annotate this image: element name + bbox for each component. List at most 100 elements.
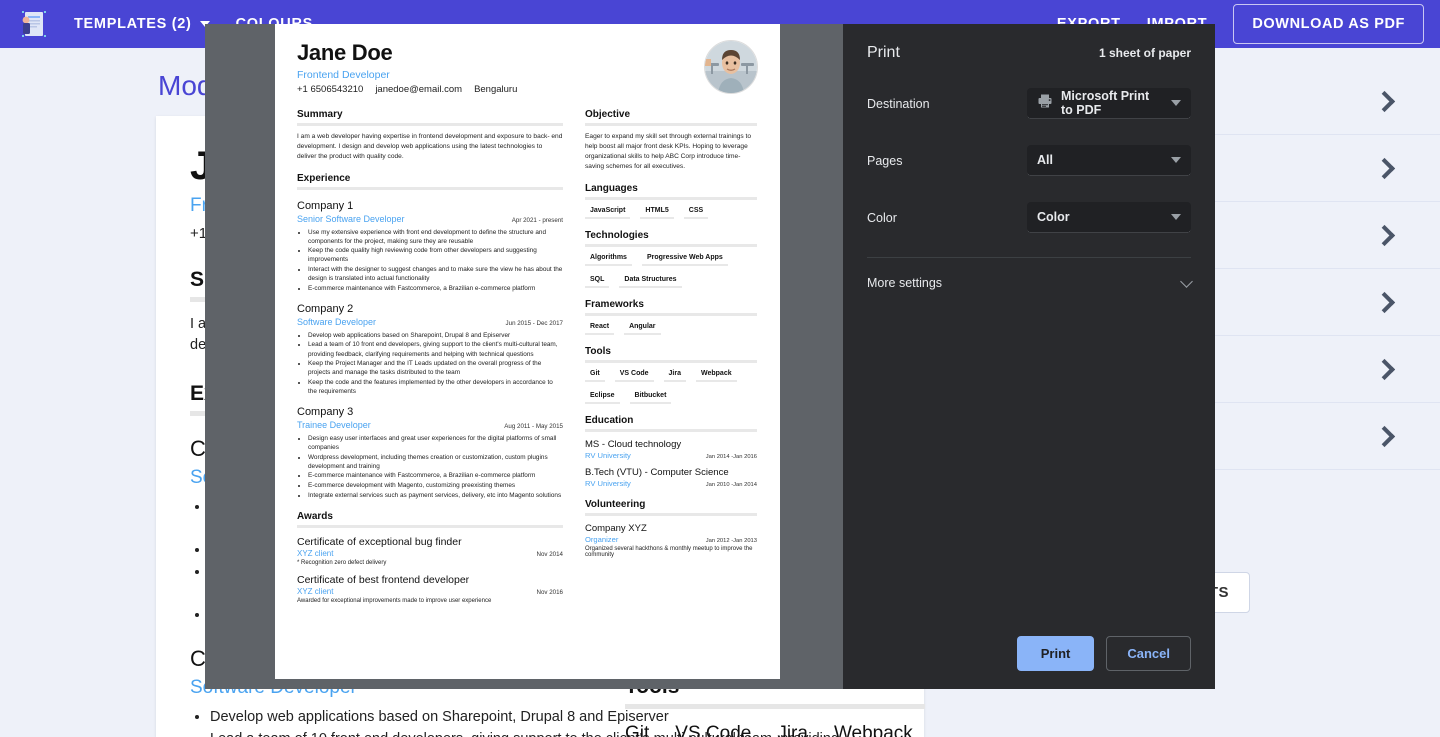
technologies-heading: Technologies [585, 229, 649, 241]
volunteering-section: Volunteering Company XYZ Organizer Jan 2… [585, 499, 757, 558]
destination-select[interactable]: Microsoft Print to PDF [1027, 88, 1191, 119]
resume-header: Jane Doe Frontend Developer +1 650654321… [297, 40, 758, 95]
app-logo-icon[interactable] [16, 6, 52, 42]
frameworks-heading: Frameworks [585, 298, 644, 310]
chevron-right-icon [1373, 291, 1396, 313]
awards-heading: Awards [297, 510, 333, 522]
list-item: Use my extensive experience with front e… [308, 228, 563, 246]
resume-email: janedoe@email.com [375, 84, 463, 95]
tools-rule [585, 359, 757, 363]
resume-name: Jane Doe [297, 40, 393, 65]
volunteering-role: Organizer [585, 534, 619, 544]
education-degree: B.Tech (VTU) - Computer Science [585, 466, 729, 478]
job-dates: Aug 2011 - May 2015 [504, 422, 563, 430]
resume-identity: Jane Doe Frontend Developer +1 650654321… [297, 40, 517, 95]
award-title: Certificate of exceptional bug finder [297, 535, 462, 548]
bg-tools-rule [625, 704, 925, 709]
screen: TEMPLATES (2) COLOURS EXPORT IMPORT DOWN… [0, 0, 1440, 737]
education-degree: MS - Cloud technology [585, 438, 682, 450]
more-settings-toggle[interactable]: More settings [843, 258, 1215, 290]
summary-text: I am a web developer having expertise in… [297, 133, 563, 160]
job-line: Senior Software Developer Apr 2021 - pre… [297, 214, 563, 224]
skill-tag: Algorithms [585, 254, 632, 266]
skill-tag: Angular [624, 323, 661, 335]
resume-left-column: Summary I am a web developer having expe… [297, 109, 563, 604]
print-dialog-title: Print [867, 44, 900, 61]
awards-section: Awards Certificate of exceptional bug fi… [297, 511, 563, 604]
list-item: Integrate external services such as paym… [308, 491, 563, 500]
frameworks-rule [585, 312, 757, 316]
print-preview-pane: Jane Doe Frontend Developer +1 650654321… [205, 24, 843, 689]
list-item: Keep the Project Manager and the IT Lead… [308, 359, 563, 377]
education-school: RV University [585, 450, 631, 460]
award-client: XYZ client [297, 586, 334, 596]
list-item: Keep the code and the features implement… [308, 378, 563, 396]
frameworks-section: Frameworks React Angular [585, 299, 757, 335]
color-label: Color [867, 210, 897, 225]
list-item: Design easy user interfaces and great us… [308, 434, 563, 452]
list-item: E-commerce maintenance with Fastcommerce… [308, 471, 563, 480]
chevron-down-icon [1180, 274, 1193, 288]
templates-menu[interactable]: TEMPLATES (2) [74, 16, 210, 32]
bg-tools-list: Git VS Code Jira Webpack [625, 723, 925, 737]
print-settings-pane: Print 1 sheet of paper Destination Micro… [843, 24, 1215, 689]
print-dialog: Jane Doe Frontend Developer +1 650654321… [205, 24, 1215, 689]
award-date: Nov 2014 [536, 550, 564, 558]
job-title: Trainee Developer [297, 419, 371, 430]
awards-rule [297, 524, 563, 528]
job-title: Software Developer [297, 316, 377, 327]
skill-tag: Bitbucket [629, 392, 672, 404]
color-row: Color Color [867, 202, 1191, 233]
job-bullets: Design easy user interfaces and great us… [308, 434, 563, 500]
cancel-button[interactable]: Cancel [1106, 636, 1191, 671]
award-note: * Recognition zero defect delivery [297, 559, 387, 566]
volunteering-org: Company XYZ [585, 522, 647, 534]
destination-row: Destination Microsoft Print to PDF [867, 88, 1191, 119]
languages-section: Languages JavaScript HTML5 CSS [585, 183, 757, 219]
summary-rule [297, 123, 563, 126]
languages-heading: Languages [585, 182, 638, 194]
education-section: Education MS - Cloud technology RV Unive… [585, 415, 757, 488]
avatar [704, 40, 758, 94]
download-as-pdf-button[interactable]: DOWNLOAD AS PDF [1233, 4, 1424, 44]
objective-heading: Objective [585, 109, 631, 120]
print-dialog-actions: Print Cancel [843, 636, 1215, 689]
chevron-down-icon [1171, 100, 1181, 106]
technologies-list: Algorithms Progressive Web Apps SQL Data… [585, 254, 757, 288]
resume-phone: +1 6506543210 [297, 84, 364, 95]
education-line: RV University Jan 2014 -Jan 2016 [585, 451, 757, 460]
skill-tag: JavaScript [585, 207, 631, 219]
chevron-right-icon [1373, 157, 1396, 179]
chevron-down-icon [1171, 214, 1181, 220]
education-heading: Education [585, 414, 634, 426]
chevron-right-icon [1373, 224, 1396, 246]
list-item: Interact with the designer to suggest ch… [308, 265, 563, 283]
skill-tag: Jira [663, 370, 686, 382]
company-name: Company 3 [297, 405, 354, 418]
skill-tag: Progressive Web Apps [641, 254, 728, 266]
award-client: XYZ client [297, 548, 334, 558]
print-settings-top: Print 1 sheet of paper Destination Micro… [843, 24, 1215, 258]
chevron-right-icon [1373, 90, 1396, 112]
volunteering-note: Organized several hackthons & monthly me… [585, 545, 753, 558]
experience-rule [297, 186, 563, 190]
print-button[interactable]: Print [1016, 636, 1095, 671]
award-note: Awarded for exceptional improvements mad… [297, 597, 492, 604]
pages-value: All [1037, 153, 1053, 167]
more-settings-label: More settings [867, 276, 943, 290]
color-select[interactable]: Color [1027, 202, 1191, 233]
languages-list: JavaScript HTML5 CSS [585, 207, 757, 219]
bg-tool-item: Git [625, 723, 650, 737]
list-item: Develop web applications based on Sharep… [308, 331, 563, 340]
templates-label: TEMPLATES (2) [74, 16, 192, 32]
skill-tag: Eclipse [585, 392, 620, 404]
resume-columns: Summary I am a web developer having expe… [297, 109, 758, 604]
pages-select[interactable]: All [1027, 145, 1191, 176]
job-dates: Jun 2015 - Dec 2017 [505, 319, 563, 327]
print-header: Print 1 sheet of paper [867, 44, 1191, 62]
sheet-count: 1 sheet of paper [1098, 46, 1191, 60]
skill-tag: HTML5 [640, 207, 674, 219]
languages-rule [585, 196, 757, 200]
company-name: Company 2 [297, 302, 354, 315]
chevron-right-icon [1373, 425, 1396, 447]
